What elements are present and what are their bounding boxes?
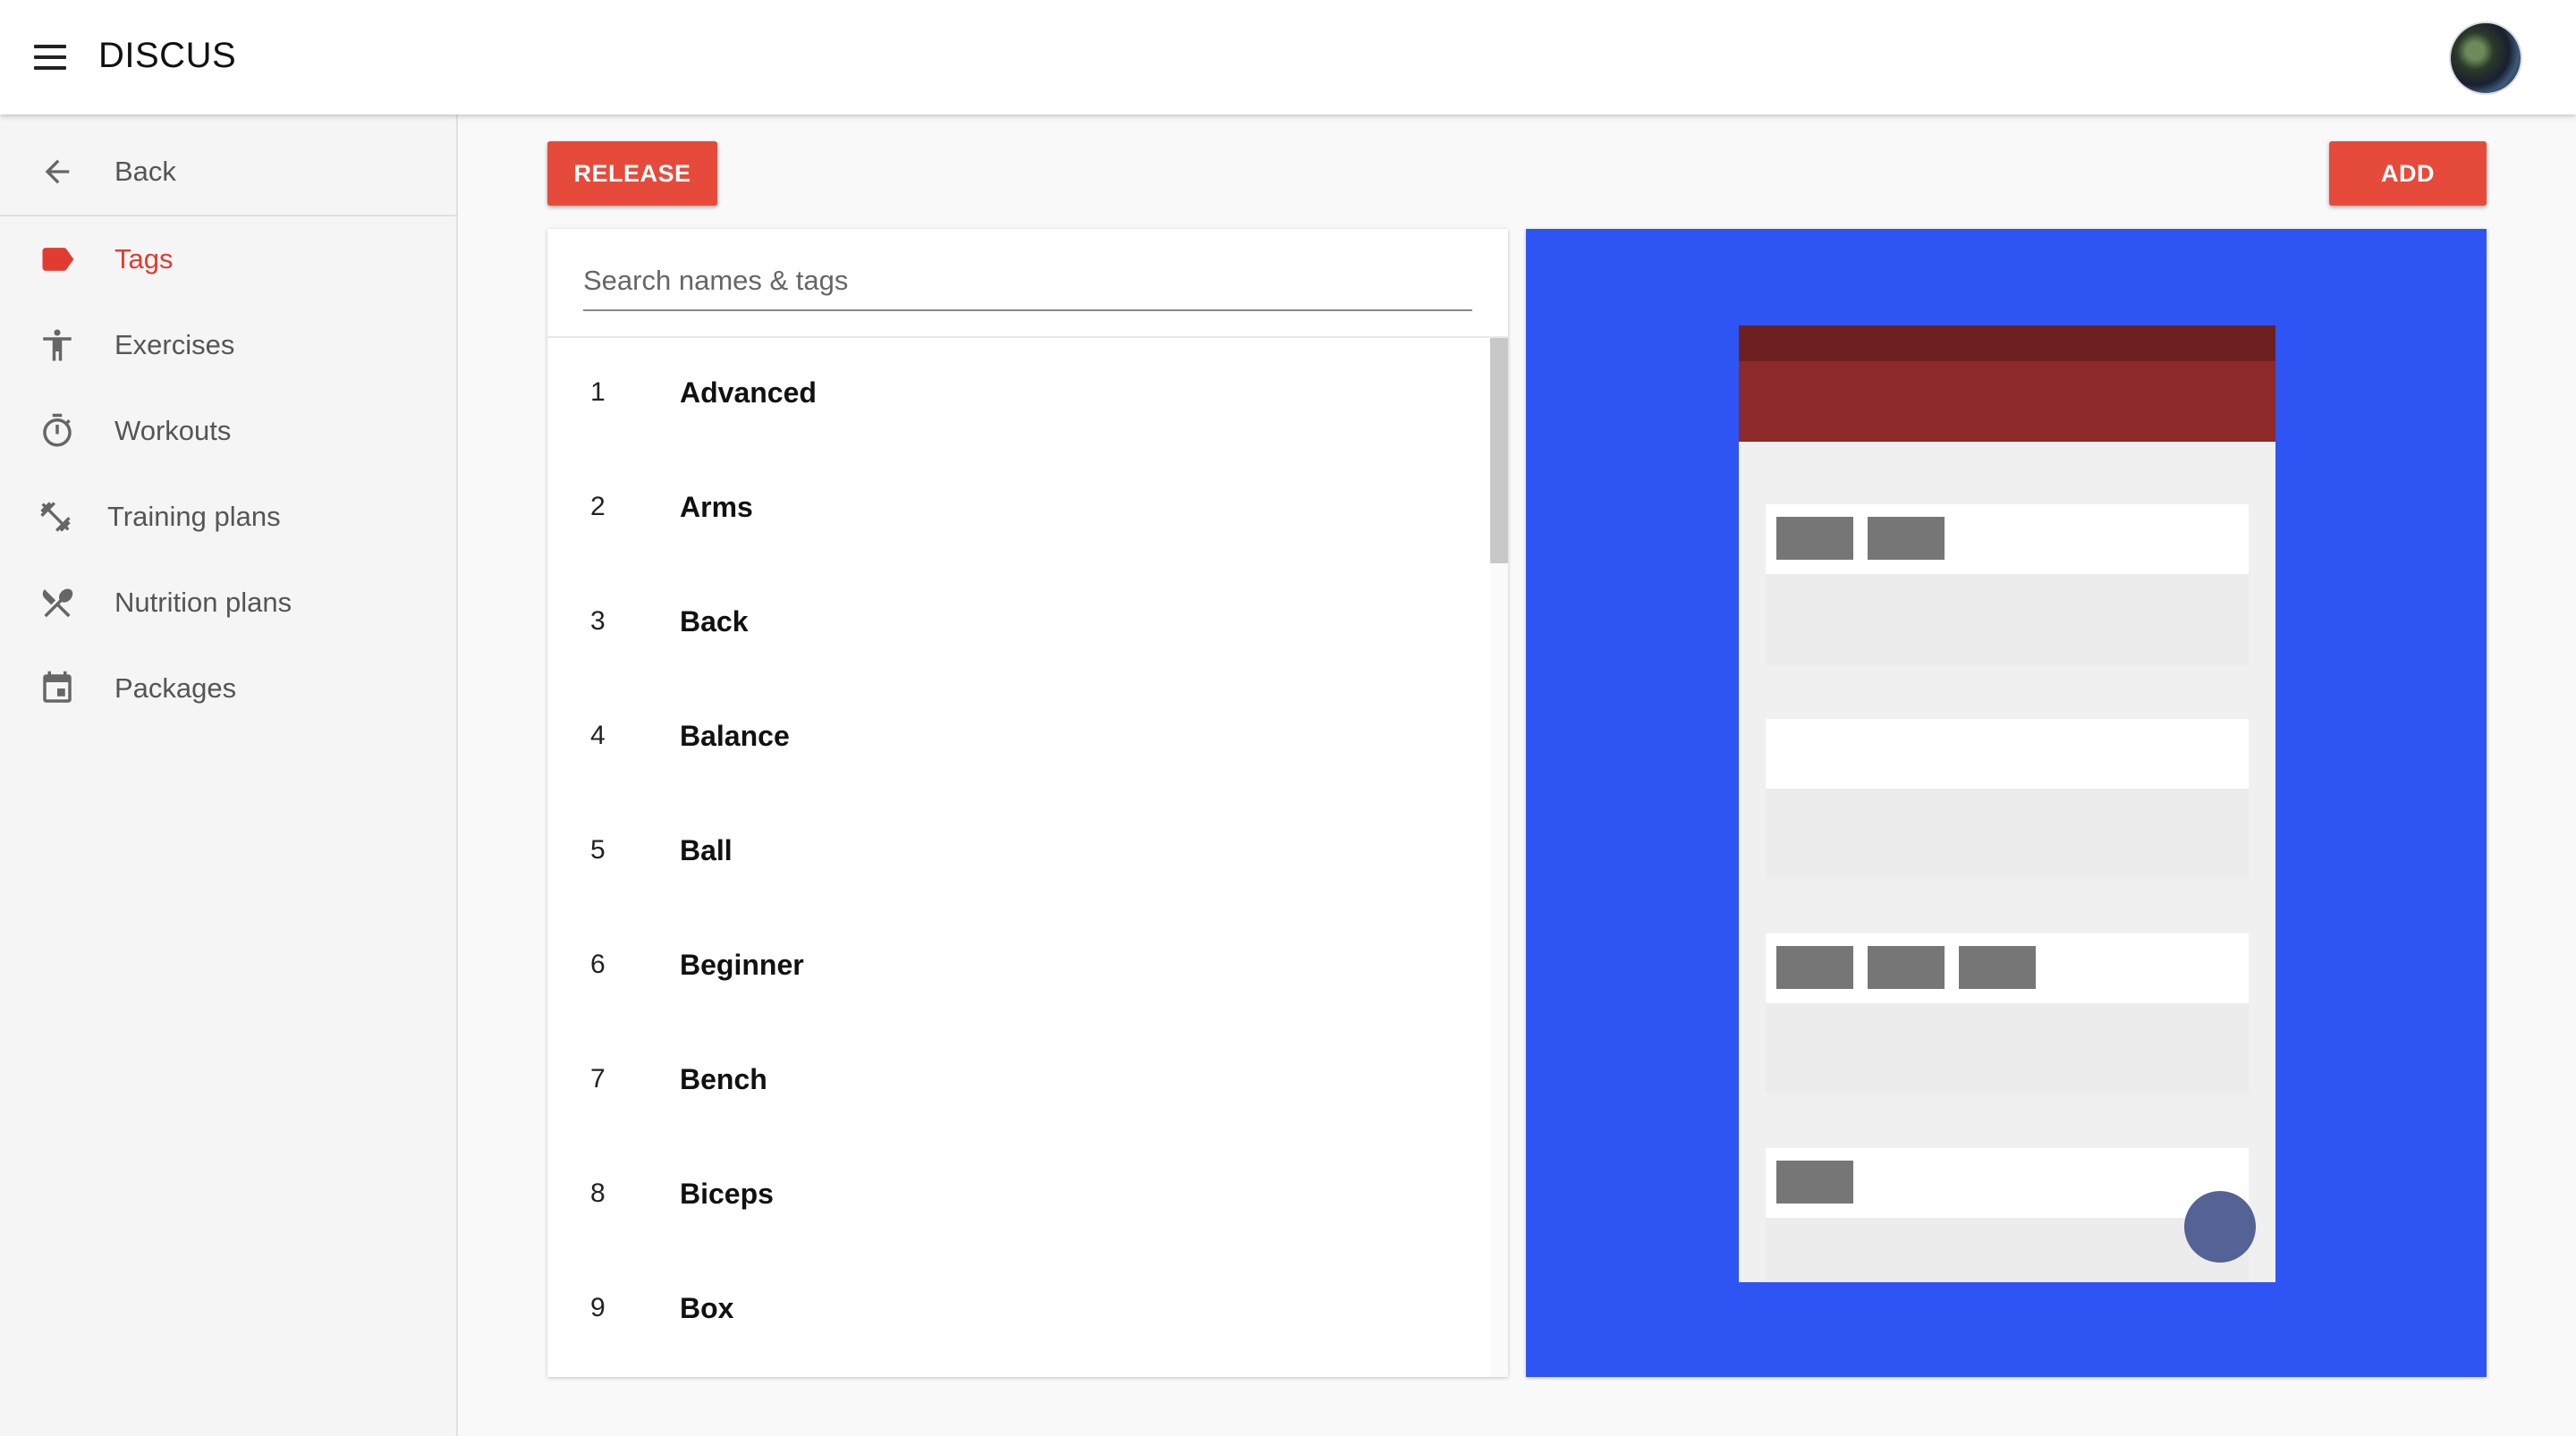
app-title: DISCUS — [98, 36, 237, 75]
sidebar-item-workouts[interactable]: Workouts — [0, 388, 456, 474]
tag-number: 8 — [590, 1178, 606, 1208]
preview-chip — [1776, 946, 1853, 989]
tag-row[interactable]: 8 Biceps — [547, 1139, 1490, 1254]
tag-name: Bench — [680, 1063, 767, 1095]
tag-number: 6 — [590, 950, 606, 979]
sidebar-item-packages[interactable]: Packages — [0, 646, 456, 731]
tag-list: 1 Advanced 2 Arms 3 Back 4 Balance 5 Bal… — [547, 338, 1508, 1377]
sidebar-item-label: Training plans — [107, 501, 281, 532]
preview-chip — [1959, 946, 2036, 989]
preview-card — [1766, 719, 2249, 880]
tag-name: Balance — [680, 720, 790, 752]
tag-number: 9 — [590, 1293, 606, 1322]
avatar[interactable] — [2449, 21, 2522, 95]
sidebar-item-label: Workouts — [114, 415, 232, 446]
preview-card — [1766, 933, 2249, 1094]
search-field — [583, 254, 1472, 311]
preview-card — [1766, 504, 2249, 665]
tag-row[interactable]: 3 Back — [547, 567, 1490, 681]
tag-name: Ball — [680, 834, 733, 866]
phone-preview — [1739, 325, 2275, 1282]
add-button[interactable]: ADD — [2329, 141, 2487, 206]
label-icon — [36, 238, 79, 281]
arrow-back-icon — [36, 150, 79, 193]
tag-number: 1 — [590, 377, 606, 407]
sidebar-item-training-plans[interactable]: Training plans — [0, 474, 456, 560]
sidebar: Back Tags Exercises Workouts Training pl… — [0, 114, 458, 1436]
tag-name: Biceps — [680, 1178, 774, 1210]
app-bar: DISCUS — [0, 0, 2576, 114]
tag-row[interactable]: 5 Ball — [547, 796, 1490, 910]
tag-name: Box — [680, 1292, 734, 1324]
preview-chip — [1776, 1161, 1853, 1204]
tag-row[interactable]: 6 Beginner — [547, 910, 1490, 1025]
dumbbell-icon — [34, 495, 77, 538]
tag-row[interactable]: 2 Arms — [547, 452, 1490, 567]
tag-number: 2 — [590, 492, 606, 521]
release-button[interactable]: RELEASE — [547, 141, 717, 206]
search-input[interactable] — [583, 254, 1472, 308]
sidebar-item-label: Nutrition plans — [114, 587, 292, 618]
sidebar-item-back[interactable]: Back — [0, 129, 456, 215]
tag-row[interactable]: 7 Bench — [547, 1025, 1490, 1139]
sidebar-item-tags[interactable]: Tags — [0, 216, 456, 302]
phone-status-bar — [1739, 325, 2275, 361]
sidebar-item-label: Back — [114, 156, 176, 187]
timer-icon — [36, 410, 79, 452]
tag-number: 5 — [590, 835, 606, 865]
tag-list-card: 1 Advanced 2 Arms 3 Back 4 Balance 5 Bal… — [547, 229, 1508, 1377]
calendar-icon — [36, 667, 79, 710]
phone-app-bar — [1739, 361, 2275, 442]
tag-name: Arms — [680, 491, 753, 523]
tag-name: Beginner — [680, 949, 804, 981]
utensils-icon — [36, 581, 79, 624]
sidebar-item-exercises[interactable]: Exercises — [0, 302, 456, 388]
tag-row[interactable]: 1 Advanced — [547, 338, 1490, 452]
sidebar-item-label: Packages — [114, 672, 237, 704]
sidebar-item-label: Tags — [114, 243, 174, 275]
sidebar-item-label: Exercises — [114, 329, 235, 360]
preview-chip — [1776, 517, 1853, 560]
menu-icon[interactable] — [25, 36, 75, 79]
accessibility-icon — [36, 324, 79, 367]
tag-number: 7 — [590, 1064, 606, 1094]
preview-card — [1766, 1148, 2249, 1282]
preview-chip — [1868, 517, 1945, 560]
sidebar-item-nutrition-plans[interactable]: Nutrition plans — [0, 560, 456, 646]
tag-name: Back — [680, 605, 749, 638]
tag-row[interactable]: 4 Balance — [547, 681, 1490, 796]
tag-name: Advanced — [680, 376, 817, 409]
scrollbar-thumb[interactable] — [1490, 338, 1508, 563]
tag-number: 3 — [590, 606, 606, 636]
app-preview-panel — [1526, 229, 2487, 1377]
preview-fab — [2184, 1191, 2256, 1263]
tag-number: 4 — [590, 721, 606, 750]
tag-row[interactable]: 9 Box — [547, 1254, 1490, 1368]
preview-chip — [1868, 946, 1945, 989]
